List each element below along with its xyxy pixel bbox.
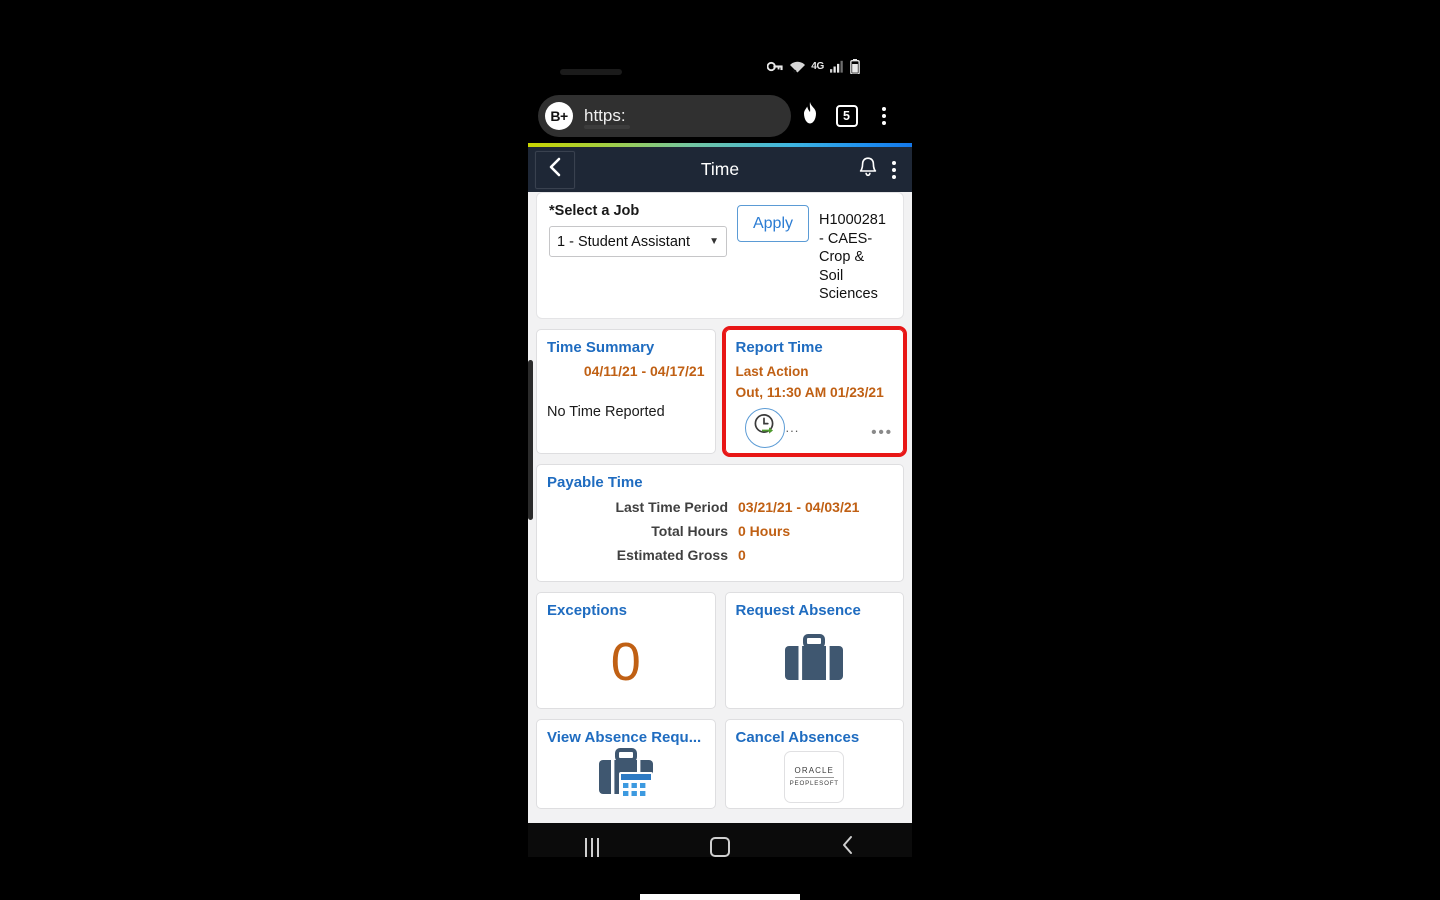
app-menu-button[interactable]: [892, 160, 896, 179]
battery-icon: [850, 59, 860, 74]
row-value: 03/21/21 - 04/03/21: [738, 498, 860, 515]
tab-switcher-button[interactable]: 5: [828, 95, 865, 137]
payable-time-row: Last Time Period 03/21/21 - 04/03/21: [547, 499, 893, 515]
tab-count-badge: 5: [835, 104, 858, 127]
bell-icon: [858, 157, 878, 182]
oracle-peoplesoft-logo: ORACLE PEOPLESOFT: [784, 750, 845, 803]
page-content: *Select a Job 1 - Student Assistant ▼ Ap…: [528, 192, 912, 823]
tile-time-summary[interactable]: Time Summary 04/11/21 - 04/17/21 No Time…: [536, 328, 716, 454]
tile-exceptions[interactable]: Exceptions 0: [536, 591, 716, 709]
brave-flame-icon: [800, 101, 820, 130]
browser-toolbar: B+ https: 5: [528, 88, 912, 143]
tile-row-3: Exceptions 0 Request Absence: [536, 591, 904, 709]
status-bar-notification-placeholder: [560, 69, 622, 75]
tile-row-2: Payable Time Last Time Period 03/21/21 -…: [536, 463, 904, 582]
android-status-bar: 4G: [528, 45, 912, 88]
briefcase-calendar-icon: [593, 746, 659, 807]
recents-icon: [584, 837, 600, 857]
report-time-more-menu[interactable]: •••: [871, 424, 893, 441]
tile-row-1: Time Summary 04/11/21 - 04/17/21 No Time…: [536, 325, 907, 457]
punch-options-ellipsis[interactable]: ...: [786, 420, 800, 435]
tile-title: View Absence Requ...: [547, 728, 702, 746]
app-header: Time: [528, 147, 912, 192]
select-a-job-label: *Select a Job: [549, 203, 640, 219]
brave-rewards-button[interactable]: [791, 95, 828, 137]
network-4g-icon: 4G: [811, 61, 824, 72]
android-navigation-bar: [528, 823, 912, 857]
clock-punch-icon: [752, 412, 778, 443]
exceptions-count: 0: [610, 631, 641, 692]
time-summary-note: No Time Reported: [547, 403, 665, 420]
overflow-menu-icon: [892, 160, 896, 179]
tile-title: Exceptions: [547, 601, 628, 619]
screen-bottom-strip: [640, 894, 800, 900]
payable-time-row: Estimated Gross 0: [547, 547, 893, 563]
tile-payable-time[interactable]: Payable Time Last Time Period 03/21/21 -…: [536, 463, 904, 582]
phone-viewport: 4G B+ https: 5 Time *Select a Job 1 - St…: [528, 45, 912, 857]
tile-view-absence-requests[interactable]: View Absence Requ...: [536, 718, 716, 809]
url-secondary-placeholder: [584, 124, 630, 129]
address-bar[interactable]: B+ https:: [538, 94, 791, 137]
row-label: Total Hours: [651, 522, 728, 539]
row-label: Estimated Gross: [616, 546, 728, 563]
home-icon: [710, 837, 730, 857]
job-select-dropdown[interactable]: 1 - Student Assistant ▼: [549, 226, 727, 257]
vertical-scrollbar[interactable]: [528, 360, 533, 520]
tile-cancel-absences[interactable]: Cancel Absences ORACLE PEOPLESOFT: [724, 718, 904, 809]
job-selector-card: *Select a Job 1 - Student Assistant ▼ Ap…: [536, 192, 904, 319]
screen-root: 4G B+ https: 5 Time *Select a Job 1 - St…: [0, 0, 1440, 900]
tile-title: Time Summary: [547, 338, 655, 356]
payable-time-row: Total Hours 0 Hours: [547, 523, 893, 539]
recents-button[interactable]: [562, 823, 622, 857]
job-description: H1000281 - CAES-Crop & Soil Sciences: [819, 212, 886, 302]
tile-row-4: View Absence Requ... Cancel Absences ORA…: [536, 718, 904, 809]
row-value: 0 Hours: [738, 522, 791, 539]
peoplesoft-wordmark: PEOPLESOFT: [789, 780, 839, 787]
signal-bars-icon: [830, 60, 844, 73]
time-summary-date-range: 04/11/21 - 04/17/21: [583, 362, 705, 379]
punch-clock-button[interactable]: [744, 407, 785, 448]
wifi-icon: [790, 60, 806, 74]
job-select-value: 1 - Student Assistant: [557, 233, 690, 250]
back-icon: [840, 835, 856, 858]
briefcase-icon: [781, 630, 847, 693]
notifications-button[interactable]: [858, 156, 878, 183]
page-title: Time: [700, 159, 740, 179]
tile-title: Cancel Absences: [735, 728, 860, 746]
row-value: 0: [738, 546, 746, 563]
report-time-last-action-value: Out, 11:30 AM 01/23/21: [735, 384, 884, 400]
tile-title: Request Absence: [735, 601, 861, 619]
tile-request-absence[interactable]: Request Absence: [724, 591, 904, 709]
overflow-menu-icon: [881, 106, 886, 125]
tile-title: Payable Time: [547, 473, 643, 491]
vpn-key-icon: [767, 60, 784, 73]
row-label: Last Time Period: [615, 498, 728, 515]
apply-button[interactable]: Apply: [737, 205, 809, 242]
back-button[interactable]: [818, 823, 878, 857]
brave-shield-icon[interactable]: B+: [545, 101, 573, 130]
browser-menu-button[interactable]: [865, 95, 902, 137]
tile-title: Report Time: [735, 338, 823, 356]
oracle-wordmark: ORACLE: [794, 766, 834, 778]
url-text: https:: [584, 105, 626, 125]
chevron-down-icon: ▼: [709, 236, 719, 247]
tile-report-time[interactable]: Report Time Last Action Out, 11:30 AM 01…: [721, 325, 907, 457]
payable-time-rows: Last Time Period 03/21/21 - 04/03/21 Tot…: [547, 499, 893, 563]
header-back-button[interactable]: [534, 149, 576, 190]
report-time-last-action-label: Last Action: [735, 363, 809, 379]
back-chevron-icon: [546, 157, 564, 182]
home-button[interactable]: [690, 823, 750, 857]
